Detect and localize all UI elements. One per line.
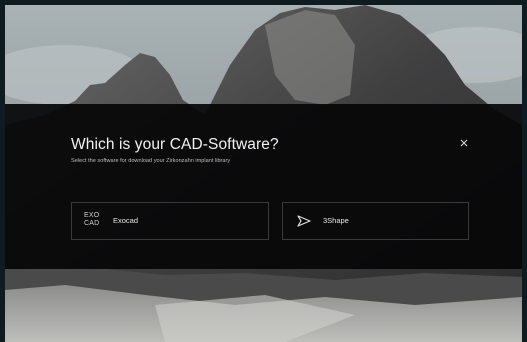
3shape-option-label: 3Shape [323,216,349,225]
3shape-option-button[interactable]: 3Shape [282,202,469,240]
window-frame: Which is your CAD-Software? Select the s… [0,0,527,342]
dialog-title: Which is your CAD-Software? [71,136,279,153]
dialog-subtitle: Select the software for download your Zi… [71,158,231,164]
exocad-logo-icon: EXO CAD [84,212,106,228]
exocad-logo-text-bottom: CAD [84,220,100,227]
exocad-option-button[interactable]: EXO CAD Exocad [71,202,269,240]
cad-software-dialog: Which is your CAD-Software? Select the s… [5,104,522,269]
exocad-option-label: Exocad [113,216,139,225]
close-icon [460,139,468,147]
3shape-logo-icon [297,214,311,232]
exocad-logo-text-top: EXO [84,212,100,219]
close-button[interactable] [457,136,471,150]
